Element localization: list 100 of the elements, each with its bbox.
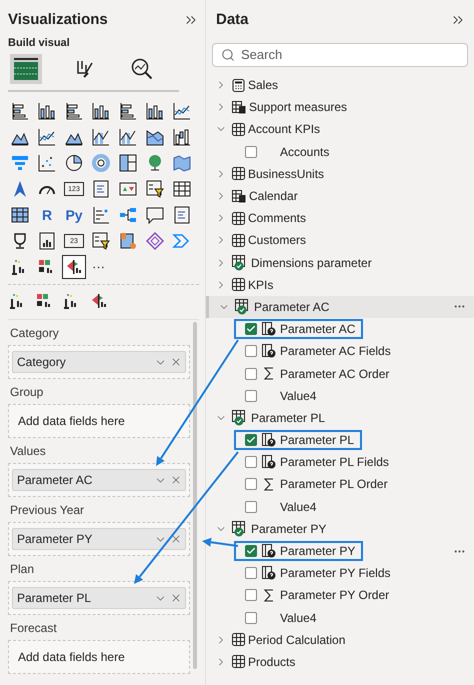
field-row[interactable]: Parameter AC Fields [234,341,399,362]
table-row[interactable]: Parameter PL [206,406,474,429]
table-icon [172,179,192,199]
field-row[interactable]: Parameter PL Fields [234,452,397,472]
remove-icon[interactable] [170,474,182,486]
parameter-field-icon [262,544,276,558]
visual-type-button[interactable]: R [35,203,59,227]
table-name: BusinessUnits [248,166,326,183]
checkbox[interactable] [245,146,257,158]
drop-zone[interactable]: Parameter PY [8,522,190,556]
pie-chart-icon [64,153,84,173]
field-row[interactable]: Parameter PY Order [234,585,398,606]
checkbox[interactable] [245,345,257,358]
table-icon [232,655,245,668]
field-name[interactable]: Parameter PL Order [280,475,388,494]
table-row[interactable]: Products [206,650,474,674]
parameter-table-icon [232,520,248,537]
drop-zone[interactable]: Parameter AC [8,463,190,497]
field-pill[interactable]: Parameter PY [12,528,186,550]
calculator-icon [232,78,245,92]
search-icon [221,48,235,62]
checkbox[interactable] [245,478,257,490]
speech-bubble-icon [145,205,165,225]
field-name[interactable]: Value4 [280,386,316,405]
table-row[interactable]: Calendar [206,184,474,208]
remove-icon[interactable] [170,356,182,368]
sigma-icon [263,478,275,491]
field-name[interactable]: Parameter PL Fields [280,453,389,472]
build-tab[interactable] [10,54,42,84]
more-visuals[interactable]: ··· [89,257,116,277]
field-name[interactable]: Accounts [280,142,330,161]
parameter-field-icon [262,344,276,358]
table-row[interactable]: Comments [206,207,474,230]
checkbox[interactable] [245,434,257,446]
field-name[interactable]: Parameter PY Order [280,586,390,604]
drop-zone[interactable]: Add data fields here [8,640,190,674]
field-name[interactable]: Parameter PL [280,431,354,450]
field-name[interactable]: Value4 [280,608,316,627]
parameter-field-icon [262,455,276,470]
checkbox[interactable] [245,567,257,580]
table-row[interactable]: Period Calculation [206,628,474,651]
sigma-icon [263,367,275,380]
table-row[interactable]: BusinessUnits [206,162,474,185]
table-calculator-icon [232,100,246,114]
table-row[interactable]: Dimensions parameter [206,252,474,274]
field-pill[interactable]: Parameter PL [12,587,186,609]
field-pill[interactable]: Parameter AC [12,469,186,491]
table-row[interactable]: Sales [206,74,474,96]
visual-type-button[interactable] [89,151,113,175]
field-row[interactable]: Accounts [234,142,338,162]
scrollbar-thumb[interactable] [193,322,197,669]
tree-icon [118,205,138,225]
checkbox[interactable] [245,368,257,380]
table-icon [232,212,245,225]
table-row[interactable]: Account KPIs [206,118,474,141]
waterfall-chart-icon [172,127,192,147]
search-field[interactable]: Search [212,43,468,67]
field-row[interactable]: Parameter AC Order [234,364,398,384]
field-row[interactable]: Value4 [234,496,324,517]
visual-type-button[interactable]: Py [62,203,86,227]
remove-icon[interactable] [170,533,182,545]
pane-title: Data [216,10,249,30]
visual-type-button[interactable] [62,255,86,279]
table-row[interactable]: Customers [206,229,474,252]
field-name[interactable]: Value4 [280,498,316,516]
checkbox[interactable] [245,589,257,602]
scatter-chart-icon [37,153,57,173]
field-row[interactable]: Value4 [234,608,324,628]
table-icon [232,122,245,136]
field-pill[interactable]: Category [12,351,186,373]
drop-zone[interactable]: Add data fields here [8,404,190,438]
grid-icon [13,57,39,81]
drop-zone[interactable]: Category [8,345,190,379]
field-row[interactable]: Parameter PY Fields [234,563,398,584]
field-name: Parameter PL [17,590,92,607]
drop-zone[interactable]: Parameter PL [8,581,190,615]
search-input[interactable]: Search [241,45,459,65]
checkbox[interactable] [245,456,257,468]
checkbox[interactable] [245,612,257,624]
table-row[interactable]: Parameter PY [206,518,474,540]
report-icon [37,231,57,251]
field-row[interactable]: Parameter PL Order [234,474,396,494]
checkbox[interactable] [245,323,257,336]
field-name[interactable]: Parameter AC [280,320,356,338]
table-row[interactable]: Support measures [206,96,474,118]
checkbox[interactable] [245,545,257,558]
document-icon [172,205,192,225]
table-row[interactable]: Parameter AC [206,296,474,318]
ribbon-chart-icon [145,127,165,147]
analytics-search-icon [130,57,154,81]
checkbox[interactable] [245,390,257,402]
section-title: Build visual [8,36,71,50]
remove-icon[interactable] [170,592,182,604]
field-name[interactable]: Parameter AC Order [280,364,390,383]
table-row[interactable]: KPIs [206,274,474,296]
field-name[interactable]: Parameter PY [280,542,356,560]
checkbox[interactable] [245,500,257,513]
field-row[interactable]: Value4 [234,386,324,406]
field-name[interactable]: Parameter PY Fields [280,564,390,582]
field-name[interactable]: Parameter AC Fields [280,342,391,360]
